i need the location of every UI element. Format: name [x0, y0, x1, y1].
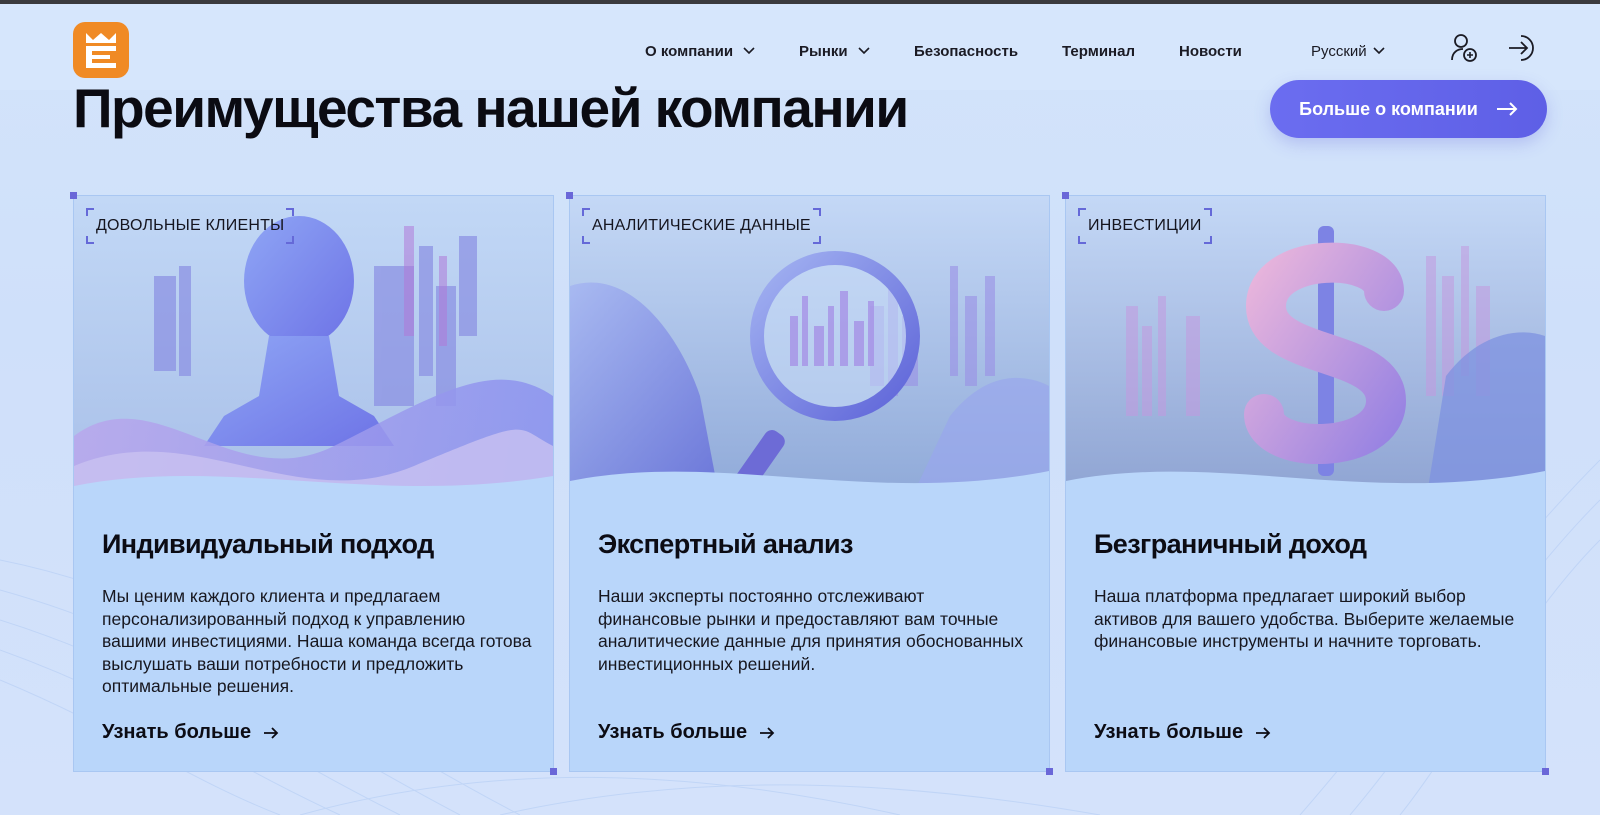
arrow-right-icon: [264, 726, 279, 739]
card-badge: АНАЛИТИЧЕСКИЕ ДАННЫЕ: [582, 208, 821, 244]
nav-about-label: О компании: [645, 42, 734, 60]
nav-markets[interactable]: Рынки: [799, 40, 870, 62]
login-arrow-icon: [1509, 35, 1534, 61]
arrow-right-icon: [760, 726, 775, 739]
corner-marker: [70, 192, 77, 199]
nav-security[interactable]: Безопасность: [914, 40, 1018, 62]
learn-more-link[interactable]: Узнать больше: [1094, 721, 1271, 744]
card-text: Мы ценим каждого клиента и предлагаем пе…: [102, 586, 532, 696]
user-add-icon: [1451, 34, 1477, 62]
more-about-company-button[interactable]: Больше о компании: [1270, 80, 1547, 138]
corner-marker: [566, 192, 573, 199]
chevron-down-icon: [858, 47, 870, 55]
learn-more-label: Узнать больше: [1094, 721, 1244, 743]
nav-news-label: Новости: [1179, 42, 1242, 60]
card-title: Безграничный доход: [1094, 529, 1367, 559]
nav-terminal-label: Терминал: [1062, 42, 1135, 60]
card-badge: ИНВЕСТИЦИИ: [1078, 208, 1212, 244]
login-button[interactable]: [1506, 32, 1538, 64]
feature-card: ДОВОЛЬНЫЕ КЛИЕНТЫ Индивидуальный подход …: [70, 192, 557, 775]
card-text: Наша платформа предлагает широкий выбор …: [1094, 586, 1515, 651]
card-text: Наши эксперты постоянно отслеживают фина…: [598, 586, 1024, 674]
chevron-down-icon: [1373, 47, 1385, 55]
corner-marker: [1046, 768, 1053, 775]
nav-security-label: Безопасность: [914, 42, 1019, 60]
corner-marker: [1062, 192, 1069, 199]
page-title: Преимущества нашей компании: [73, 77, 909, 139]
logo[interactable]: [73, 22, 129, 78]
learn-more-label: Узнать больше: [598, 721, 748, 743]
cta-label: Больше о компании: [1299, 98, 1478, 119]
card-title: Индивидуальный подход: [102, 529, 434, 559]
learn-more-link[interactable]: Узнать больше: [598, 721, 775, 744]
nav-terminal[interactable]: Терминал: [1062, 40, 1135, 62]
arrow-right-icon: [1256, 726, 1271, 739]
arrow-right-icon: [1496, 102, 1518, 116]
language-label: Русский: [1311, 42, 1367, 60]
nav-news[interactable]: Новости: [1179, 40, 1242, 62]
crown-e-logo-icon: [86, 33, 116, 68]
feature-card: ИНВЕСТИЦИИ Безграничный доход Наша платф…: [1062, 192, 1549, 775]
card-title: Экспертный анализ: [598, 529, 853, 559]
badge-label: АНАЛИТИЧЕСКИЕ ДАННЫЕ: [592, 217, 811, 234]
badge-label: ИНВЕСТИЦИИ: [1088, 217, 1202, 234]
nav-about[interactable]: О компании: [645, 40, 755, 62]
corner-marker: [550, 768, 557, 775]
nav-markets-label: Рынки: [799, 42, 848, 60]
learn-more-link[interactable]: Узнать больше: [102, 721, 279, 744]
register-button[interactable]: [1448, 32, 1480, 64]
card-badge: ДОВОЛЬНЫЕ КЛИЕНТЫ: [86, 208, 295, 244]
corner-marker: [1542, 768, 1549, 775]
learn-more-label: Узнать больше: [102, 721, 252, 743]
chevron-down-icon: [743, 47, 755, 55]
feature-card: АНАЛИТИЧЕСКИЕ ДАННЫЕ Экспертный анализ Н…: [566, 192, 1053, 775]
badge-label: ДОВОЛЬНЫЕ КЛИЕНТЫ: [96, 217, 285, 234]
language-select[interactable]: Русский: [1311, 40, 1385, 62]
